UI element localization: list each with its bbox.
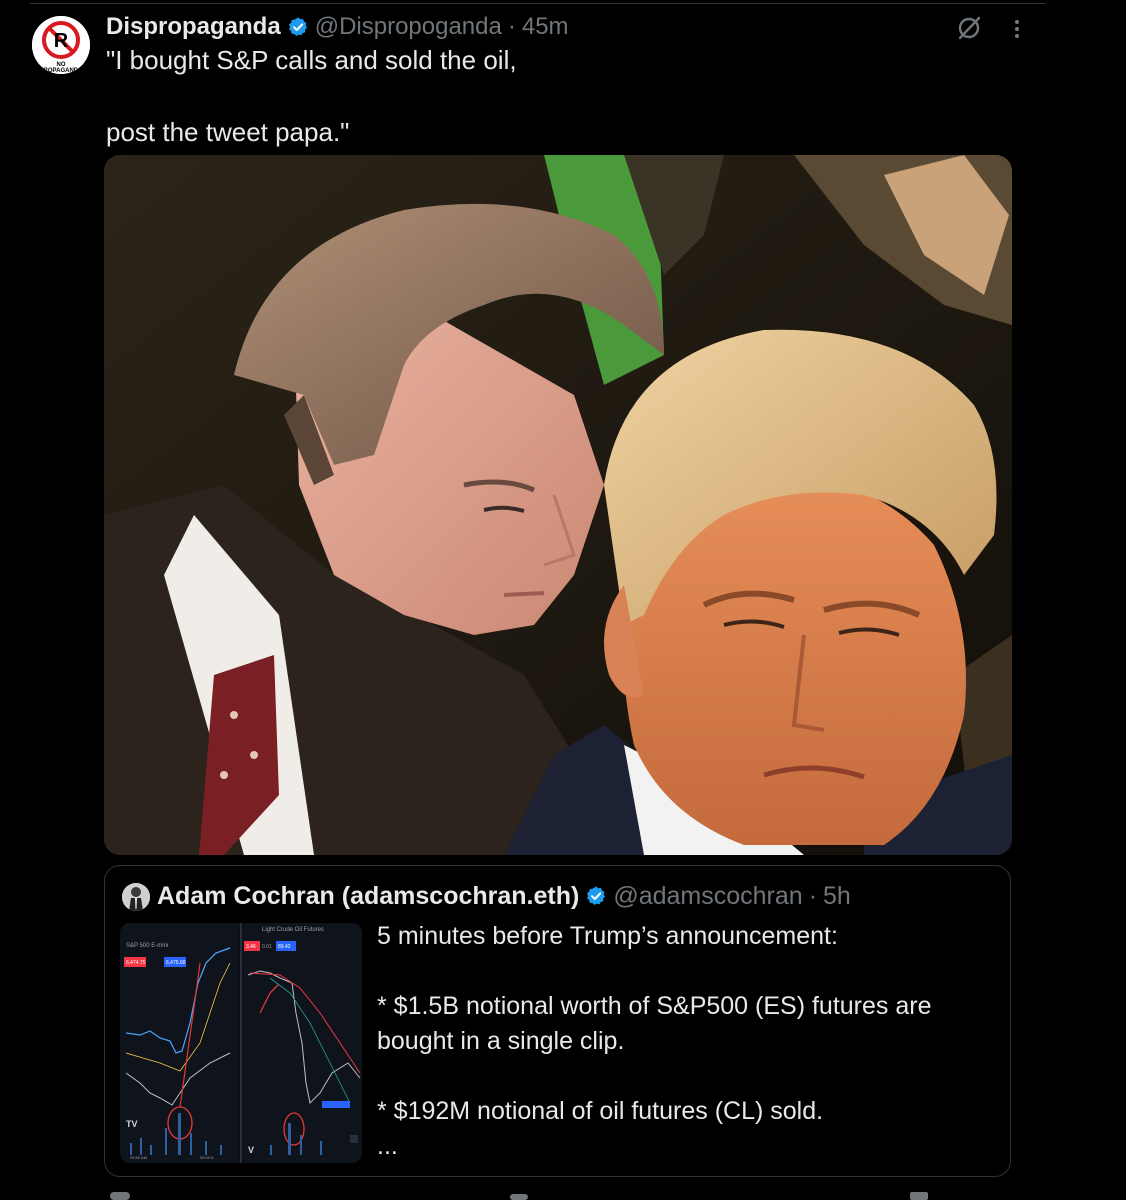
verified-badge-icon[interactable] bbox=[287, 16, 309, 38]
no-propaganda-logo-icon: R NO PROPAGANDA bbox=[32, 16, 90, 74]
post-media-image[interactable] bbox=[104, 155, 1012, 855]
reply-icon bbox=[110, 1192, 130, 1200]
separator-dot: · bbox=[507, 13, 516, 40]
top-divider bbox=[30, 3, 1046, 4]
svg-text:TV: TV bbox=[126, 1119, 138, 1129]
grok-icon[interactable] bbox=[955, 14, 983, 42]
spread-label: 0.01 bbox=[262, 944, 272, 950]
sell-badge: 6,474.75 bbox=[126, 960, 146, 966]
quote-author-avatar[interactable] bbox=[122, 883, 150, 911]
bookmark-icon bbox=[910, 1192, 928, 1200]
post-text-line: "I bought S&P calls and sold the oil, bbox=[106, 45, 517, 75]
right-chart-label: Light Crude Oil Futures bbox=[262, 927, 324, 933]
quoted-tweet[interactable]: Adam Cochran (adamscochran.eth) @adamsco… bbox=[104, 865, 1011, 1177]
quote-author-name[interactable]: Adam Cochran (adamscochran.eth) bbox=[157, 882, 579, 911]
repost-icon bbox=[510, 1194, 528, 1200]
quote-text-line: * $192M notional of oil futures (CL) sol… bbox=[377, 1097, 824, 1125]
author-avatar[interactable]: R NO PROPAGANDA bbox=[32, 16, 90, 74]
post-text-line bbox=[106, 78, 517, 114]
more-options-icon[interactable] bbox=[1006, 14, 1028, 42]
quote-text-line: bought in a single clip. bbox=[377, 1027, 625, 1055]
person-photo-icon bbox=[122, 883, 150, 911]
post-header: Dispropaganda @Dispropoganda · 45m bbox=[106, 10, 569, 44]
quote-text: 5 minutes before Trump’s announcement: *… bbox=[377, 919, 1002, 1164]
author-name[interactable]: Dispropaganda bbox=[106, 13, 281, 41]
post-time[interactable]: 45m bbox=[522, 13, 569, 41]
trading-charts-image: S&P 500 E-mini Light Crude Oil Futures 6… bbox=[120, 923, 362, 1163]
left-time-label: 09:50 AM bbox=[130, 1155, 147, 1160]
separator-dot: · bbox=[808, 881, 818, 910]
quote-text-line bbox=[377, 1059, 1002, 1094]
post-text: "I bought S&P calls and sold the oil, po… bbox=[106, 42, 517, 150]
svg-text:V: V bbox=[248, 1145, 254, 1155]
quote-header: Adam Cochran (adamscochran.eth) @adamsco… bbox=[157, 878, 851, 914]
action-bar bbox=[110, 1192, 928, 1200]
quote-chart-thumbnail[interactable]: S&P 500 E-mini Light Crude Oil Futures 6… bbox=[120, 923, 362, 1163]
quote-text-line: 5 minutes before Trump’s announcement: bbox=[377, 922, 838, 950]
post-text-line: post the tweet papa." bbox=[106, 117, 350, 147]
author-handle[interactable]: @Dispropoganda bbox=[315, 13, 502, 41]
photo-illustration bbox=[104, 155, 1012, 855]
quote-text-line: ... bbox=[377, 1132, 398, 1160]
buy-badge: 6,475.00 bbox=[166, 960, 186, 966]
right-time-label: 09:00 A bbox=[200, 1155, 214, 1160]
svg-text:PROPAGANDA: PROPAGANDA bbox=[40, 68, 84, 74]
quote-author-handle[interactable]: @adamscochran bbox=[613, 882, 802, 911]
verified-badge-icon[interactable] bbox=[585, 885, 607, 907]
buy-badge: 89.42 bbox=[278, 944, 291, 950]
svg-text:R: R bbox=[54, 30, 69, 52]
quote-text-line bbox=[377, 954, 1002, 989]
quote-text-line: * $1.5B notional worth of S&P500 (ES) fu… bbox=[377, 992, 932, 1020]
quote-time[interactable]: 5h bbox=[823, 882, 851, 911]
sell-badge: 3.46 bbox=[246, 944, 256, 950]
left-chart-label: S&P 500 E-mini bbox=[126, 943, 168, 949]
